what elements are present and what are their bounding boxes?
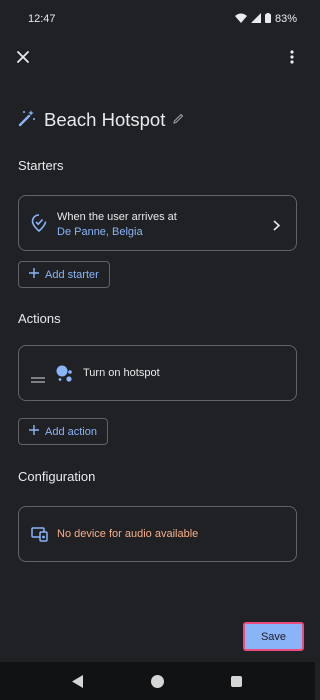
battery-icon (264, 12, 271, 26)
signal-icon (250, 12, 261, 26)
action-label: Turn on hotspot (83, 367, 160, 379)
chevron-right-icon (273, 218, 281, 236)
add-action-button[interactable]: Add action (18, 418, 108, 445)
starters-section-label: Starters (18, 158, 64, 173)
plus-icon (29, 425, 39, 438)
google-assistant-icon (55, 364, 75, 389)
edit-pencil-icon[interactable] (173, 111, 184, 129)
more-vert-icon (290, 49, 294, 69)
home-icon[interactable] (151, 675, 164, 688)
location-arrive-icon (31, 214, 47, 237)
status-time: 12:47 (28, 13, 56, 25)
back-icon[interactable] (72, 675, 83, 693)
recent-apps-icon[interactable] (231, 676, 242, 687)
devices-icon (31, 527, 48, 547)
drag-handle-icon[interactable] (31, 370, 45, 388)
top-app-bar (0, 46, 315, 74)
starter-title: When the user arrives at (57, 211, 177, 223)
battery-percent: 83% (274, 13, 297, 25)
actions-section-label: Actions (18, 311, 61, 326)
wifi-icon (234, 13, 247, 26)
add-action-label: Add action (45, 425, 97, 438)
plus-icon (29, 268, 39, 281)
more-options-button[interactable] (281, 48, 303, 70)
status-bar: 12:47 83% (0, 0, 315, 38)
system-navigation-bar (0, 662, 315, 700)
title-row: Beach Hotspot (18, 106, 184, 134)
configuration-section-label: Configuration (18, 469, 96, 484)
status-icons: 83% (234, 12, 297, 26)
no-device-message: No device for audio available (57, 528, 199, 540)
close-icon (17, 50, 29, 68)
starter-location: De Panne, Belgia (57, 226, 143, 238)
starter-text: When the user arrives at De Panne, Belgi… (57, 211, 177, 238)
magic-wand-icon (18, 109, 36, 132)
page-title: Beach Hotspot (44, 109, 166, 130)
add-starter-button[interactable]: Add starter (18, 261, 110, 288)
starter-card[interactable]: When the user arrives at De Panne, Belgi… (18, 195, 297, 251)
save-button[interactable]: Save (243, 622, 304, 651)
configuration-card: No device for audio available (18, 506, 297, 562)
add-starter-label: Add starter (45, 268, 99, 281)
close-button[interactable] (12, 48, 34, 70)
action-card[interactable]: Turn on hotspot (18, 345, 297, 401)
